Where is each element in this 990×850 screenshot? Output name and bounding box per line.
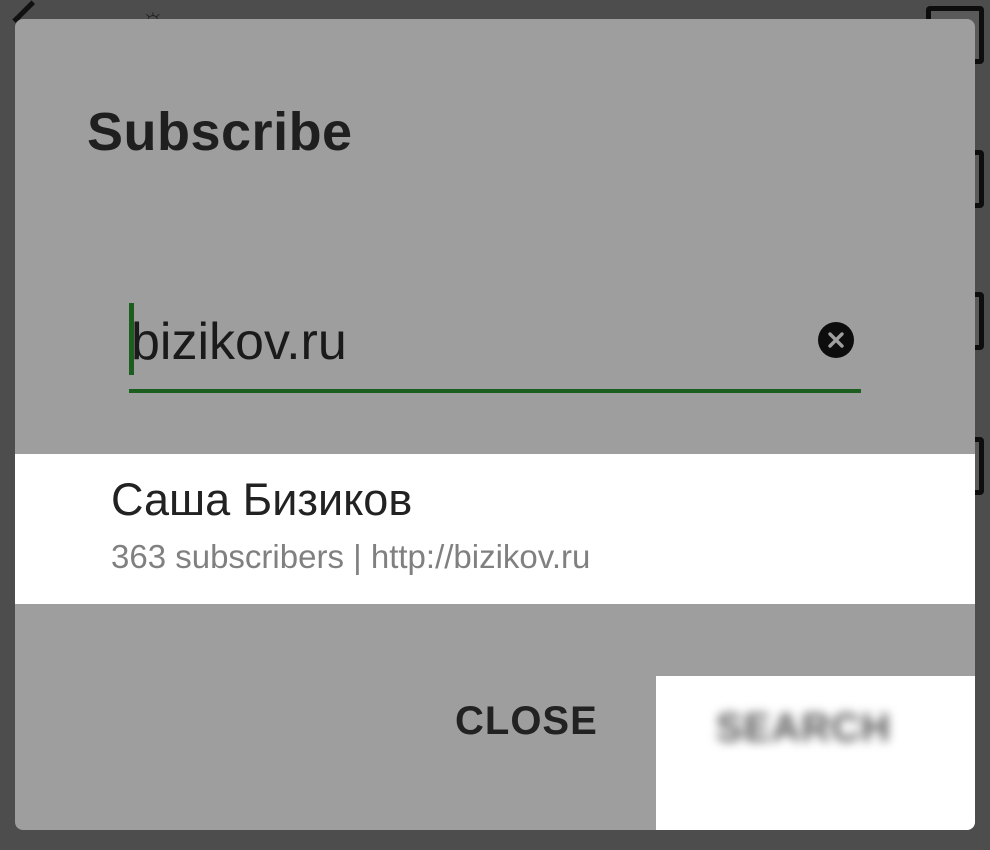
search-input[interactable] xyxy=(131,307,791,377)
search-result-item[interactable]: Саша Бизиков 363 subscribers | http://bi… xyxy=(15,454,975,604)
search-button-label: SEARCH xyxy=(716,706,891,750)
close-button[interactable]: CLOSE xyxy=(455,699,598,744)
result-name: Саша Бизиков xyxy=(111,474,413,525)
search-field[interactable] xyxy=(129,301,861,393)
search-button[interactable]: SEARCH xyxy=(656,676,975,830)
subscribe-dialog: Subscribe Саша Бизиков 363 subscribers |… xyxy=(15,19,975,830)
clear-icon[interactable] xyxy=(818,322,854,358)
dialog-title: Subscribe xyxy=(87,102,353,162)
result-meta: 363 subscribers | http://bizikov.ru xyxy=(111,538,591,575)
